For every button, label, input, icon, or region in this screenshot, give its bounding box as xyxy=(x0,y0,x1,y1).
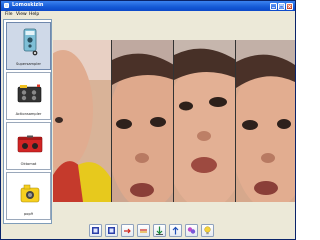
photo-preview[interactable] xyxy=(53,40,295,202)
camera-list: Supersampler Actionsampler Oktomat pop9 xyxy=(3,19,52,224)
color-button[interactable] xyxy=(185,224,198,237)
frame-select-icon xyxy=(108,227,115,234)
menu-bar: File View Help xyxy=(1,11,295,18)
photo-frame xyxy=(236,40,295,202)
rotate-icon xyxy=(124,228,131,234)
actionsampler-camera-icon xyxy=(17,84,42,103)
menu-view[interactable]: View xyxy=(16,12,27,17)
download-button[interactable] xyxy=(153,224,166,237)
camera-label: Oktomat xyxy=(20,162,37,166)
lightbulb-icon xyxy=(204,226,211,235)
rotate-button[interactable] xyxy=(121,224,134,237)
photo-frame-image xyxy=(53,40,111,202)
pop9-camera-icon xyxy=(20,184,40,203)
app-window: Lomoskizin File View Help Supersampler A… xyxy=(0,0,296,240)
menu-help[interactable]: Help xyxy=(29,12,39,17)
download-icon xyxy=(156,226,163,235)
photo-frame-image xyxy=(174,40,235,202)
camera-tile-oktomat[interactable]: Oktomat xyxy=(6,122,51,170)
window-title: Lomoskizin xyxy=(12,2,44,8)
photo-frame-image xyxy=(236,40,295,202)
select-frame-button[interactable] xyxy=(105,224,118,237)
maximize-icon xyxy=(279,4,284,8)
camera-tile-actionsampler[interactable]: Actionsampler xyxy=(6,72,51,120)
minimize-icon xyxy=(272,6,275,8)
camera-label: Actionsampler xyxy=(15,112,42,116)
camera-label: Supersampler xyxy=(15,62,42,66)
photo-frame xyxy=(112,40,174,202)
upload-icon xyxy=(172,226,179,235)
supersampler-camera-icon xyxy=(23,28,38,56)
close-button[interactable] xyxy=(286,2,293,10)
effects-button[interactable] xyxy=(201,224,214,237)
flip-button[interactable] xyxy=(137,224,150,237)
title-bar[interactable]: Lomoskizin xyxy=(1,1,295,11)
frame-select-icon xyxy=(92,227,99,234)
flip-icon xyxy=(140,229,147,233)
app-icon xyxy=(4,3,9,8)
camera-tile-supersampler[interactable]: Supersampler xyxy=(6,22,51,70)
color-icon xyxy=(187,227,196,234)
camera-label: pop9 xyxy=(23,212,34,216)
maximize-button[interactable] xyxy=(278,2,285,10)
menu-file[interactable]: File xyxy=(5,12,13,17)
upload-button[interactable] xyxy=(169,224,182,237)
camera-tile-pop9[interactable]: pop9 xyxy=(6,172,51,220)
photo-frame xyxy=(53,40,112,202)
oktomat-camera-icon xyxy=(17,135,43,153)
select-frame-button[interactable] xyxy=(89,224,102,237)
photo-frame xyxy=(174,40,236,202)
close-icon xyxy=(287,4,292,8)
photo-frame-image xyxy=(112,40,173,202)
minimize-button[interactable] xyxy=(270,2,277,10)
